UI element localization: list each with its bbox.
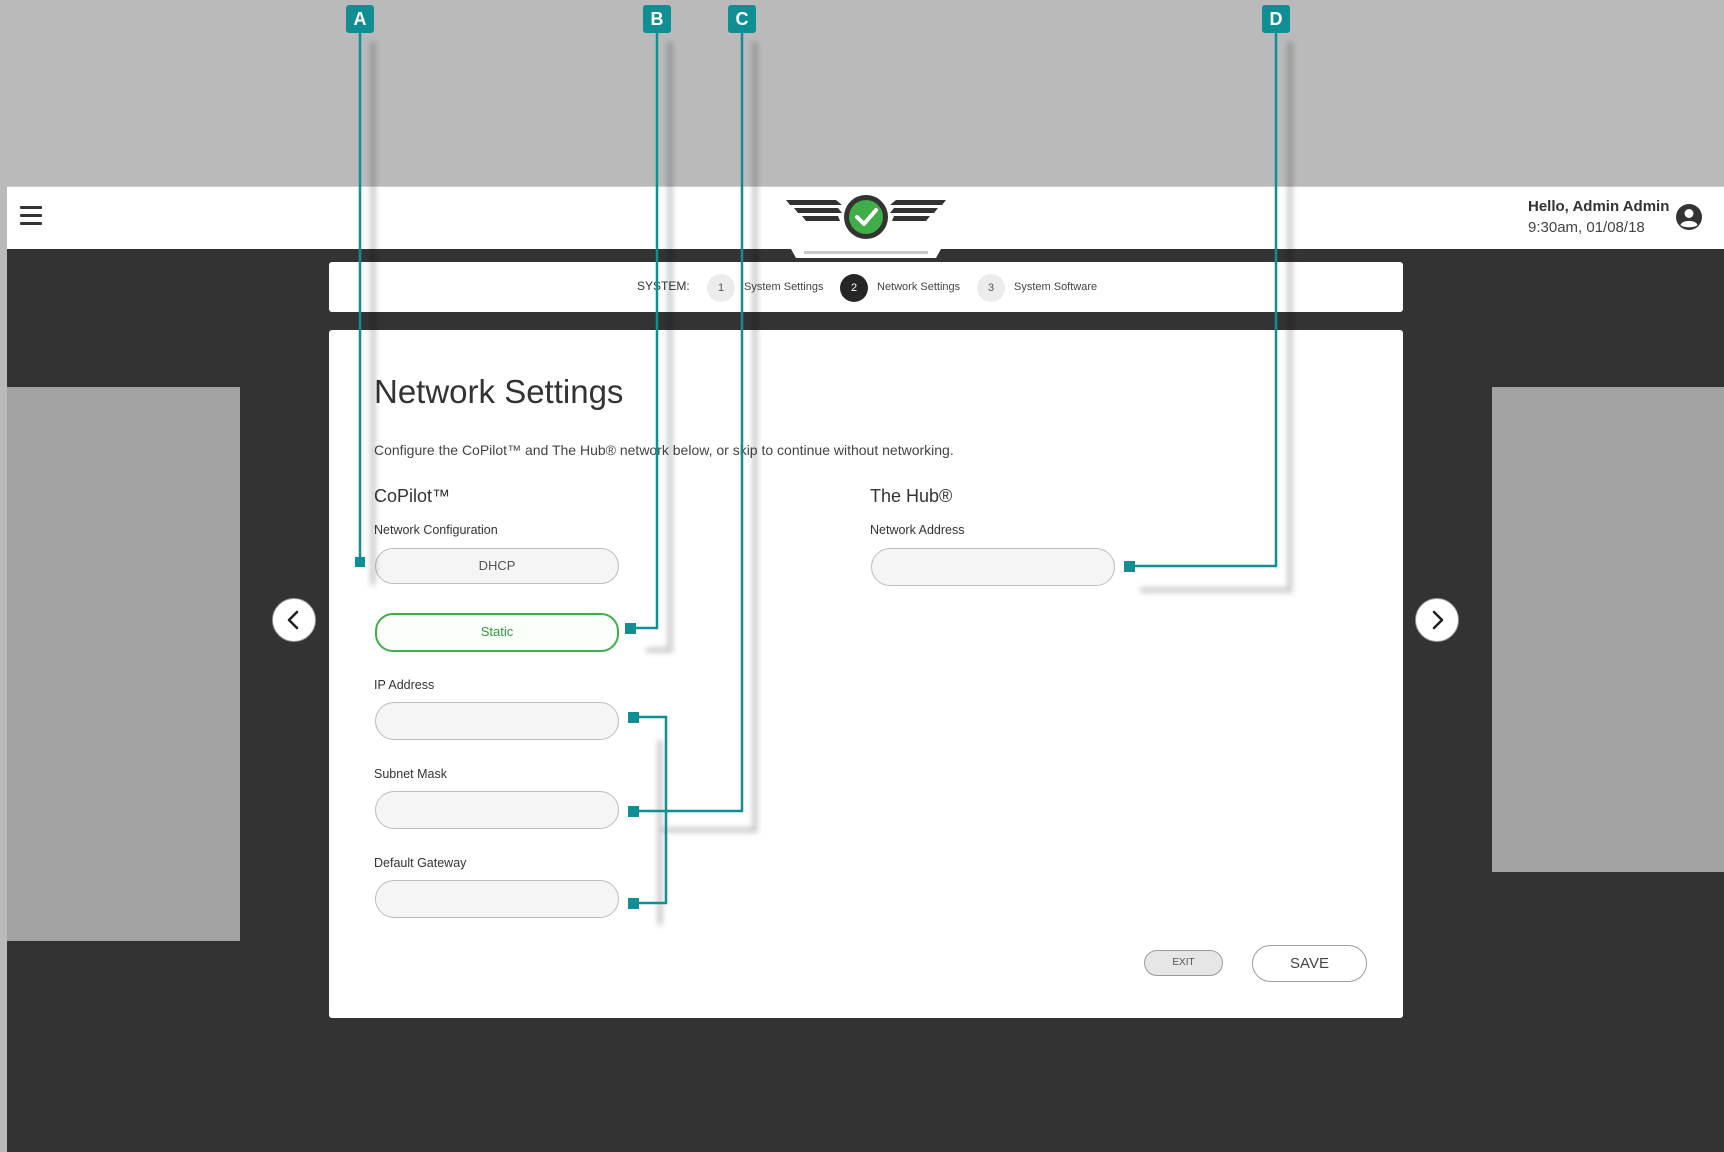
callout-badge-b: B bbox=[643, 5, 671, 33]
next-page-button[interactable] bbox=[1415, 598, 1459, 642]
subnet-mask-input[interactable] bbox=[375, 791, 619, 829]
current-datetime: 9:30am, 01/08/18 bbox=[1528, 219, 1645, 236]
step-1-label[interactable]: System Settings bbox=[744, 281, 823, 293]
network-address-label: Network Address bbox=[870, 523, 965, 537]
previous-page-preview bbox=[7, 387, 240, 941]
user-account-icon[interactable] bbox=[1675, 203, 1703, 231]
exit-button[interactable]: EXIT bbox=[1144, 950, 1223, 976]
static-option-button[interactable]: Static bbox=[375, 613, 619, 652]
step-1-circle[interactable]: 1 bbox=[707, 274, 735, 302]
callout-badge-c: C bbox=[728, 5, 756, 33]
step-3-circle[interactable]: 3 bbox=[977, 274, 1005, 302]
default-gateway-label: Default Gateway bbox=[374, 856, 467, 870]
step-3-label[interactable]: System Software bbox=[1014, 281, 1097, 293]
previous-page-button[interactable] bbox=[272, 598, 316, 642]
greeting-text: Hello, Admin Admin bbox=[1528, 198, 1670, 215]
copilot-section-title: CoPilot™ bbox=[374, 486, 451, 506]
ip-address-label: IP Address bbox=[374, 678, 435, 692]
page-description: Configure the CoPilot™ and The Hub® netw… bbox=[374, 442, 954, 458]
subnet-mask-label: Subnet Mask bbox=[374, 767, 447, 781]
logo-tab bbox=[786, 240, 946, 258]
default-gateway-input[interactable] bbox=[375, 880, 619, 918]
hub-section-title: The Hub® bbox=[870, 486, 953, 506]
chevron-right-icon bbox=[1432, 610, 1444, 630]
callout-badge-a: A bbox=[346, 5, 374, 33]
stepper-prefix: SYSTEM: bbox=[637, 279, 690, 293]
hamburger-menu-icon[interactable] bbox=[20, 206, 42, 226]
ip-address-input[interactable] bbox=[375, 702, 619, 740]
dhcp-option-button[interactable]: DHCP bbox=[375, 548, 619, 584]
network-address-input[interactable] bbox=[871, 548, 1115, 586]
page-title: Network Settings bbox=[374, 373, 624, 410]
chevron-left-icon bbox=[287, 610, 299, 630]
callout-badge-d: D bbox=[1262, 5, 1290, 33]
save-button[interactable]: SAVE bbox=[1252, 945, 1367, 982]
step-2-circle[interactable]: 2 bbox=[840, 274, 868, 302]
winged-check-logo bbox=[786, 195, 946, 239]
network-configuration-label: Network Configuration bbox=[374, 523, 498, 537]
next-page-preview bbox=[1492, 387, 1724, 872]
step-2-label[interactable]: Network Settings bbox=[877, 281, 960, 293]
